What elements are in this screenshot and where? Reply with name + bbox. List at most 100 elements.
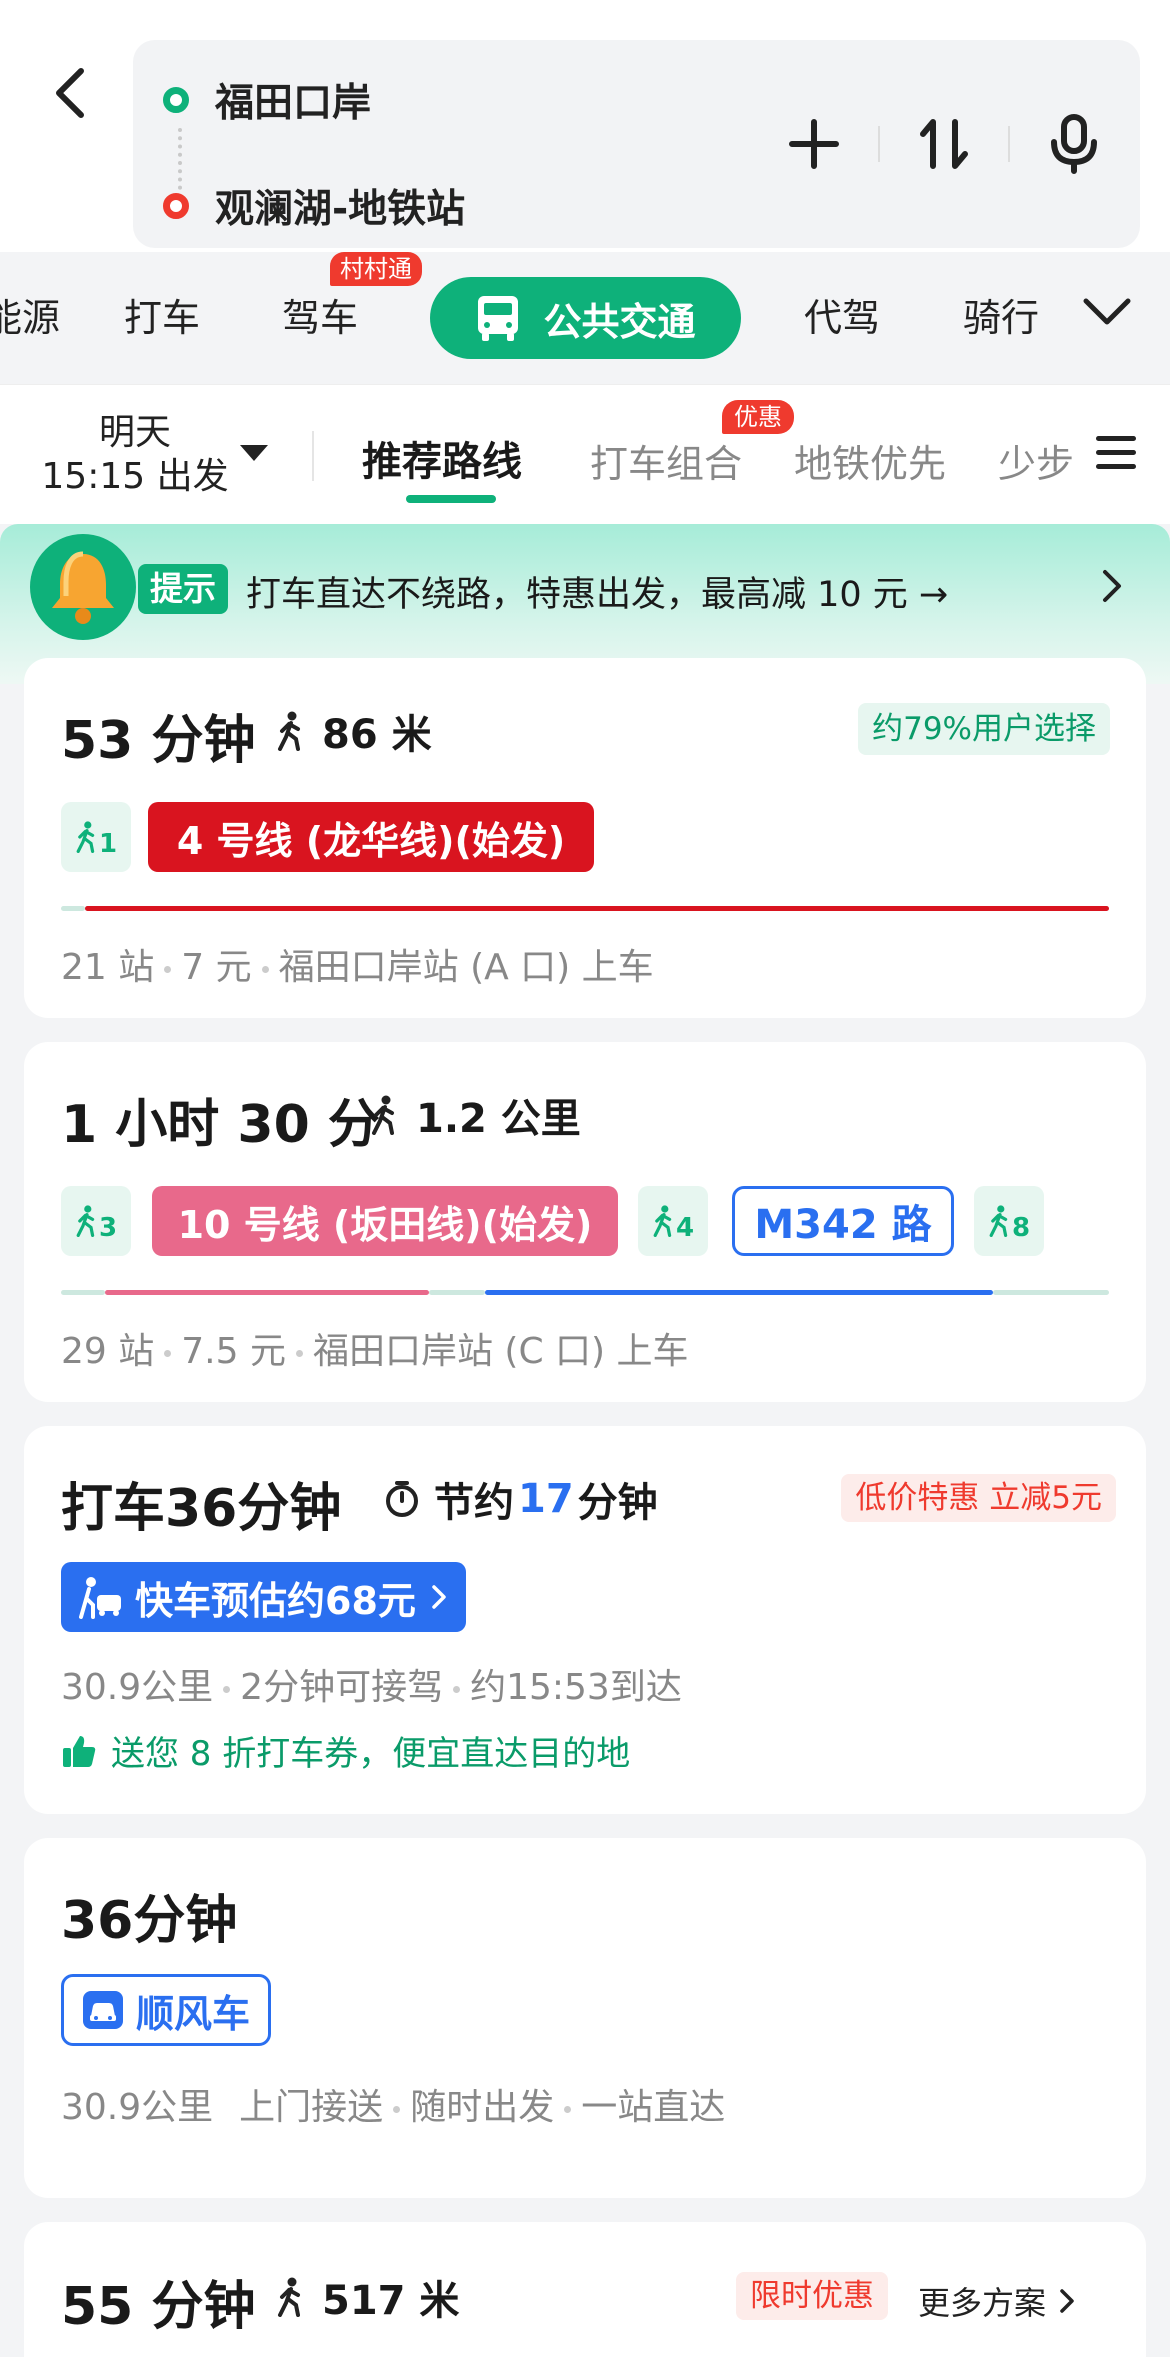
tab-cycling[interactable]: 骑行	[963, 270, 1039, 366]
more-modes-button[interactable]	[1082, 296, 1132, 330]
discount-badge: 低价特惠 立减5元	[841, 1474, 1116, 1522]
coupon-note: 送您 8 折打车券，便宜直达目的地	[61, 1726, 630, 1775]
mic-icon	[1051, 114, 1097, 174]
walk-icon	[278, 2277, 300, 2317]
tab-public-transit[interactable]: 公共交通	[430, 277, 741, 359]
taxi-meta: 30.9公里 2分钟可接驾 约15:53到达	[61, 1658, 682, 1710]
bus-icon	[478, 296, 519, 341]
add-waypoint-button[interactable]	[768, 104, 860, 184]
fare: 7.5 元	[181, 1331, 286, 1372]
walk-minutes: 8	[1011, 1213, 1031, 1243]
walk-text: 517 米	[322, 2278, 460, 2324]
carpool-card[interactable]: 36分钟 顺风车 30.9公里 上门接送 随时出发 一站直达	[24, 1838, 1146, 2198]
popularity-badge: 约79%用户选择	[858, 703, 1110, 755]
stations: 29 站	[61, 1331, 155, 1372]
thumbs-up-icon	[63, 1735, 96, 1767]
walk-icon	[76, 821, 95, 853]
tab-less-walking[interactable]: 少步	[998, 433, 1072, 488]
limited-offer-badge: 限时优惠	[736, 2272, 888, 2320]
tab-recommended[interactable]: 推荐路线	[362, 429, 522, 487]
tab-designated-driver[interactable]: 代驾	[804, 270, 880, 366]
tip-text: 打车直达不绕路，特惠出发，最高减 10 元 →	[246, 575, 949, 615]
save-suffix: 分钟	[577, 1480, 658, 1526]
walk-segment-chip: 4	[638, 1186, 708, 1256]
bus-line-chip: M342 路	[732, 1186, 954, 1256]
taxi-card[interactable]: 打车36分钟 节约 17 分钟 低价特惠 立减5元 快车预估约68元 30.9公…	[24, 1426, 1146, 1814]
swap-icon	[920, 119, 968, 169]
voice-button[interactable]	[1028, 104, 1120, 184]
back-icon	[56, 68, 84, 118]
more-options-link[interactable]: 更多方案	[918, 2278, 1076, 2324]
tab-taxi-combo[interactable]: 打车组合	[590, 433, 742, 488]
walk-segment-chip: 3	[61, 1186, 131, 1256]
boarding: 福田口岸站 (A 口) 上车	[278, 947, 654, 988]
express-car-button[interactable]: 快车预估约68元	[61, 1562, 466, 1632]
destination-field[interactable]: 观澜湖-地铁站	[163, 178, 465, 234]
coupon-text: 送您 8 折打车券，便宜直达目的地	[111, 1734, 631, 1774]
route-meta: 29 站 7.5 元福田口岸站 (C 口) 上车	[61, 1322, 689, 1374]
tab-subway-first[interactable]: 地铁优先	[794, 433, 946, 488]
walk-text: 1.2 公里	[416, 1096, 581, 1142]
arrival: 约15:53到达	[470, 1667, 682, 1708]
distance: 30.9公里	[61, 2087, 214, 2128]
route-card-1[interactable]: 53 分钟 86 米 约79%用户选择 1 4 号线 (龙华线)(始发) 21 …	[24, 658, 1146, 1018]
route-bar-subway	[105, 1290, 429, 1295]
stations: 21 站	[61, 947, 155, 988]
divider	[1008, 126, 1010, 162]
origin-field[interactable]: 福田口岸	[163, 72, 371, 128]
walk-segment-chip: 1	[61, 802, 131, 872]
route-card-2[interactable]: 1 小时 30 分 1.2 公里 3 10 号线 (坂田线)(始发) 4 M34…	[24, 1042, 1146, 1402]
header: 福田口岸 观澜湖-地铁站	[0, 0, 1170, 252]
carpool-label: 顺风车	[136, 1991, 251, 2036]
chevron-right-icon	[432, 1585, 446, 1609]
depart-day: 明天	[98, 412, 171, 453]
chevron-right-icon	[1060, 2289, 1074, 2313]
carpool-icon	[83, 1991, 123, 2029]
route-walk-distance: 1.2 公里	[370, 1086, 581, 1144]
route-walk-distance: 517 米	[276, 2268, 459, 2326]
save-minutes: 17	[518, 1476, 574, 1522]
divider	[312, 431, 314, 481]
menu-icon[interactable]	[1096, 436, 1136, 478]
tip-label: 提示	[138, 564, 228, 614]
tab-taxi[interactable]: 打车	[124, 270, 200, 366]
swap-button[interactable]	[898, 104, 990, 184]
route-bar-walk	[61, 1290, 105, 1295]
fare: 7 元	[181, 947, 252, 988]
tab-energy[interactable]: 能源	[0, 270, 60, 366]
walk-minutes: 3	[98, 1213, 118, 1243]
subway-line-chip: 4 号线 (龙华线)(始发)	[148, 802, 594, 872]
carpool-meta: 30.9公里 上门接送 随时出发 一站直达	[61, 2078, 725, 2130]
search-actions	[768, 104, 1120, 184]
discount-badge: 优惠	[722, 400, 794, 434]
feature: 随时出发	[410, 2087, 555, 2128]
time-saving: 节约 17 分钟	[384, 1470, 658, 1528]
carpool-chip: 顺风车	[61, 1974, 272, 2046]
timer-icon	[386, 1481, 418, 1517]
carpool-duration: 36分钟	[61, 1891, 238, 1951]
divider	[878, 126, 880, 162]
destination-text: 观澜湖-地铁站	[215, 187, 466, 232]
walk-text: 86 米	[322, 712, 432, 758]
origin-text: 福田口岸	[215, 81, 372, 126]
tab-public-transit-label: 公共交通	[543, 299, 696, 344]
walk-icon	[653, 1205, 672, 1237]
more-options-label: 更多方案	[918, 2284, 1047, 2322]
walk-icon	[989, 1205, 1008, 1237]
chevron-right-icon	[1100, 568, 1124, 608]
walk-icon	[278, 711, 300, 751]
village-badge: 村村通	[330, 252, 422, 286]
route-card-5[interactable]: 55 分钟 517 米 限时优惠 更多方案	[24, 2222, 1146, 2357]
route-duration: 1 小时 30 分	[61, 1095, 380, 1155]
feature: 上门接送	[239, 2087, 384, 2128]
express-car-label: 快车预估约68元	[135, 1578, 416, 1623]
route-bar-walk	[429, 1290, 485, 1295]
taxi-title: 打车36分钟	[61, 1479, 342, 1539]
plus-icon	[789, 119, 839, 169]
back-button[interactable]	[40, 58, 100, 128]
active-tab-indicator	[406, 495, 496, 503]
subway-line-chip: 10 号线 (坂田线)(始发)	[152, 1186, 618, 1256]
departure-time-selector[interactable]: 明天 15:15 出发	[40, 411, 230, 499]
car-hail-icon	[79, 1577, 121, 1619]
depart-time: 15:15 出发	[41, 456, 229, 497]
